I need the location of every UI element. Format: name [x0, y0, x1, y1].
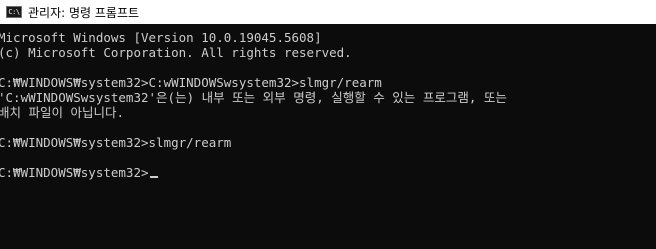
console-prompt: C:₩WINDOWS₩system32>	[0, 165, 149, 180]
console-line: C:₩WINDOWS₩system32>C:wWINDOWSwsystem32>…	[0, 75, 382, 90]
console-line: Microsoft Windows [Version 10.0.19045.56…	[0, 30, 322, 45]
console-line: (c) Microsoft Corporation. All rights re…	[0, 45, 352, 60]
console-line: C:₩WINDOWS₩system32>slmgr/rearm	[0, 135, 232, 150]
command-prompt-window: C:\ 관리자: 명령 프롬프트 Microsoft Windows [Vers…	[0, 0, 656, 249]
cmd-icon: C:\	[6, 6, 22, 18]
text-cursor	[149, 176, 158, 178]
console-line: 배치 파일이 아닙니다.	[0, 105, 125, 120]
console-output[interactable]: Microsoft Windows [Version 10.0.19045.56…	[0, 30, 656, 249]
console-line: 'C:wWINDOWSwsystem32'은(는) 내부 또는 외부 명령, 실…	[0, 90, 507, 105]
window-title: 관리자: 명령 프롬프트	[28, 5, 140, 20]
console-prompt-line[interactable]: C:₩WINDOWS₩system32>	[0, 165, 656, 180]
title-bar[interactable]: C:\ 관리자: 명령 프롬프트	[0, 0, 656, 24]
